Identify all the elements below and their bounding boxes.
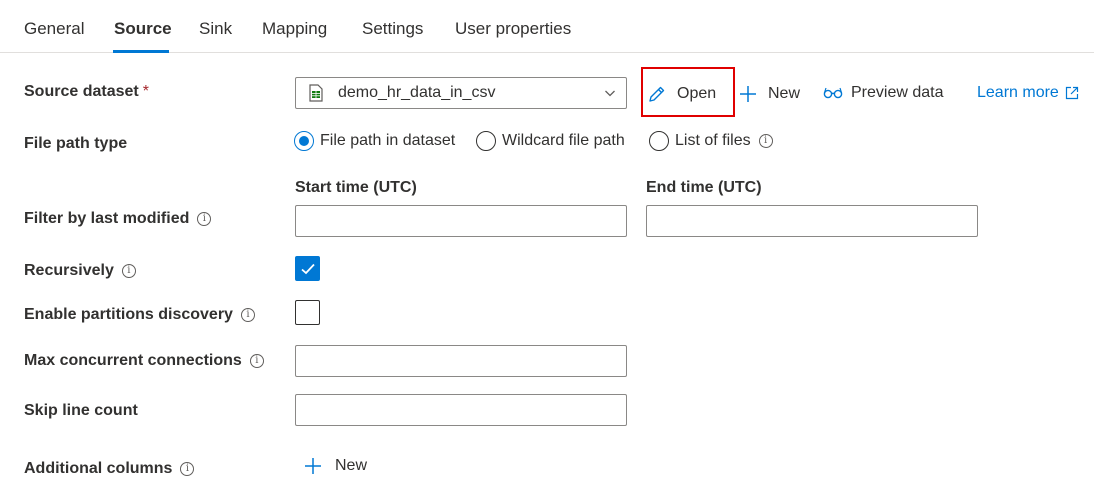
start-time-label: Start time (UTC) [295, 179, 417, 196]
open-button[interactable]: Open [647, 84, 716, 104]
add-column-button[interactable]: New [303, 456, 367, 476]
partitions-discovery-label-text: Enable partitions discovery [24, 306, 233, 323]
info-icon[interactable]: i [758, 134, 773, 148]
csv-dataset-icon [309, 84, 323, 102]
tab-user-properties[interactable]: User properties [455, 19, 571, 39]
max-connections-input[interactable] [295, 345, 627, 377]
recursively-label: Recursively i [24, 262, 136, 280]
pencil-icon [649, 86, 665, 102]
tab-general[interactable]: General [24, 19, 84, 39]
tab-settings[interactable]: Settings [362, 19, 423, 39]
filter-last-modified-label: Filter by last modified i [24, 210, 212, 228]
add-column-label: New [335, 457, 368, 474]
source-dataset-label: Source dataset * [24, 83, 149, 101]
plus-icon [305, 458, 321, 474]
info-icon[interactable]: i [197, 212, 212, 226]
open-button-label: Open [677, 85, 717, 102]
filter-last-modified-label-text: Filter by last modified [24, 210, 190, 227]
source-dataset-select[interactable]: demo_hr_data_in_csv [295, 77, 627, 109]
radio-label: Wildcard file path [502, 132, 625, 149]
info-icon[interactable]: i [240, 308, 255, 322]
tab-source[interactable]: Source [114, 19, 172, 39]
radio-button-selected[interactable] [294, 131, 314, 151]
recursively-checkbox[interactable] [295, 256, 320, 281]
plus-icon [740, 86, 756, 102]
radio-wildcard-file-path[interactable]: Wildcard file path [476, 131, 625, 151]
external-link-icon [1065, 86, 1078, 100]
recursively-label-text: Recursively [24, 262, 114, 279]
required-marker: * [142, 83, 149, 100]
radio-label: List of files [675, 132, 751, 149]
additional-columns-label: Additional columns i [24, 460, 195, 478]
end-time-label: End time (UTC) [646, 179, 762, 196]
learn-more-label: Learn more [977, 84, 1059, 101]
preview-data-label: Preview data [851, 84, 944, 101]
new-dataset-label: New [768, 85, 801, 102]
info-icon[interactable]: i [249, 354, 264, 368]
source-dataset-value: demo_hr_data_in_csv [338, 84, 496, 101]
tab-mapping[interactable]: Mapping [262, 19, 327, 39]
max-connections-label: Max concurrent connections i [24, 352, 264, 370]
radio-label: File path in dataset [320, 132, 456, 149]
partitions-discovery-checkbox[interactable] [295, 300, 320, 325]
chevron-down-icon [605, 90, 615, 97]
max-connections-label-text: Max concurrent connections [24, 352, 242, 369]
end-time-input[interactable] [646, 205, 978, 237]
start-time-input[interactable] [295, 205, 627, 237]
source-dataset-label-text: Source dataset [24, 83, 139, 100]
glasses-icon [823, 87, 843, 99]
skip-line-count-input[interactable] [295, 394, 627, 426]
radio-list-of-files[interactable]: List of files i [649, 131, 773, 151]
file-path-type-label: File path type [24, 135, 128, 152]
learn-more-link[interactable]: Learn more [977, 84, 1079, 102]
checkmark-icon [301, 263, 315, 275]
info-icon[interactable]: i [180, 462, 195, 476]
new-dataset-button[interactable]: New [738, 84, 800, 104]
radio-file-path-in-dataset[interactable]: File path in dataset [294, 131, 455, 151]
active-tab-indicator [113, 50, 169, 53]
skip-line-count-label: Skip line count [24, 402, 138, 419]
preview-data-button[interactable]: Preview data [823, 84, 944, 102]
info-icon[interactable]: i [121, 264, 136, 278]
tab-bar: General Source Sink Mapping Settings Use… [0, 0, 1094, 53]
radio-button[interactable] [476, 131, 496, 151]
partitions-discovery-label: Enable partitions discovery i [24, 306, 255, 324]
radio-button[interactable] [649, 131, 669, 151]
tab-sink[interactable]: Sink [199, 19, 232, 39]
additional-columns-label-text: Additional columns [24, 460, 173, 477]
